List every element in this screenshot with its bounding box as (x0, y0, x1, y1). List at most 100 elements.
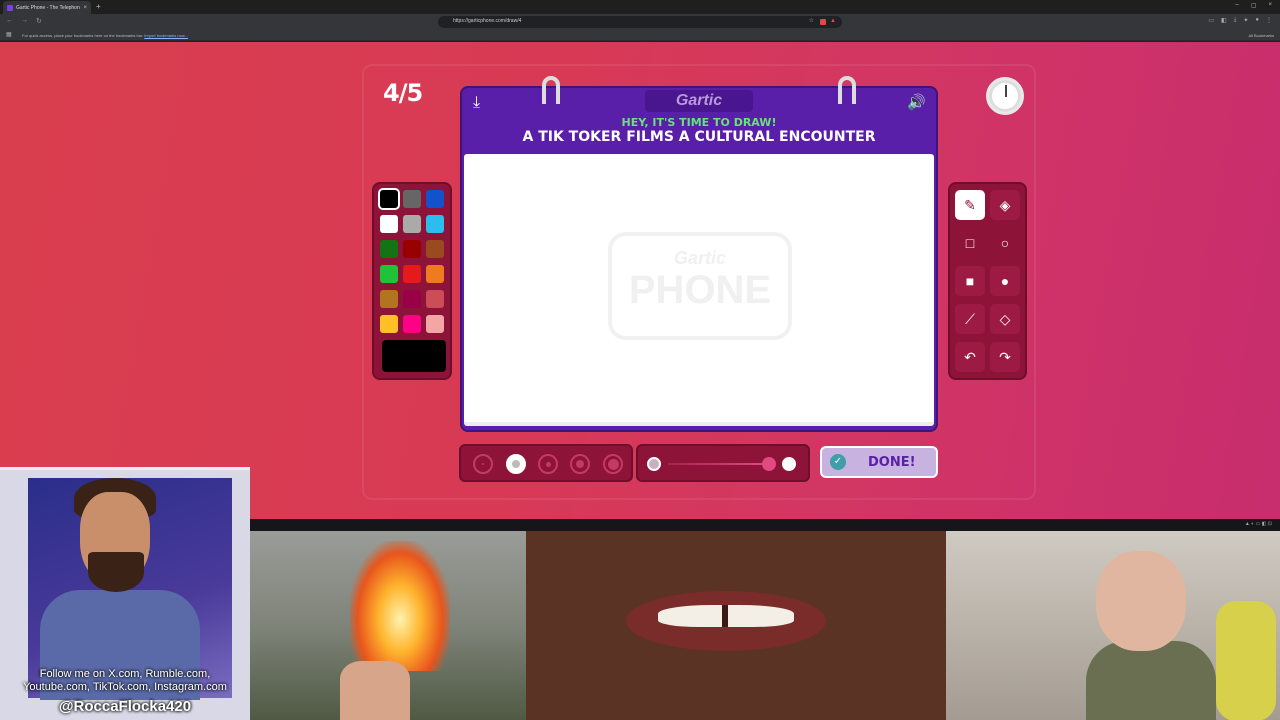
rectangle-outline-tool-icon[interactable]: □ (955, 228, 985, 258)
gartic-logo: Gartic (645, 90, 753, 112)
undo-icon[interactable]: ↶ (955, 342, 985, 372)
color-swatch[interactable] (426, 290, 444, 308)
person-shirt-shape (1086, 641, 1216, 720)
brush-size-3[interactable] (538, 454, 558, 474)
webcam-feed (946, 531, 1280, 720)
brush-size-4[interactable] (570, 454, 590, 474)
circle-outline-tool-icon[interactable]: ○ (990, 228, 1020, 258)
minimize-button[interactable]: – (1235, 2, 1238, 9)
tool-panel: ✎ ◈ □ ○ ■ ● ⟋ ◇ ↶ ↷ (948, 182, 1027, 380)
extension-icon[interactable] (820, 19, 826, 25)
color-swatch[interactable] (403, 190, 421, 208)
browser-tab-bar: Gartic Phone - The Telephone G... × + – … (0, 0, 1280, 14)
menu-icon[interactable]: ⋮ (1266, 17, 1272, 24)
color-swatch[interactable] (380, 190, 398, 208)
window-controls: – ▢ × (1235, 2, 1272, 9)
import-bookmarks-link[interactable]: Import bookmarks now... (144, 33, 188, 38)
color-swatch[interactable] (426, 265, 444, 283)
brush-size-5[interactable] (603, 454, 623, 474)
new-tab-button[interactable]: + (96, 2, 101, 11)
color-palette (372, 182, 452, 380)
redo-icon[interactable]: ↷ (990, 342, 1020, 372)
hand-shape (340, 661, 410, 720)
opacity-slider (636, 444, 810, 482)
toolbar-icons: ▭ ◧ ⤓ ✦ ● ⋮ (1208, 17, 1272, 24)
maximize-button[interactable]: ▢ (1251, 2, 1257, 9)
profile-icon[interactable]: ● (1255, 17, 1259, 24)
taskbar: ▲ ◐ ▭ ◧ ⊡ (250, 519, 1280, 531)
color-swatch[interactable] (426, 190, 444, 208)
color-swatch[interactable] (380, 315, 398, 333)
bookmarks-bar: ▦ For quick access, place your bookmarks… (0, 30, 1280, 41)
current-color-preview (382, 340, 446, 372)
color-swatch[interactable] (380, 215, 398, 233)
done-button[interactable]: ✓ DONE! (820, 446, 938, 478)
address-bar[interactable]: https://garticphone.com/draw/4 ☆ ▲ (438, 16, 842, 28)
extension-alert-icon[interactable]: ▲ (830, 18, 836, 24)
all-bookmarks-button[interactable]: All Bookmarks (1248, 33, 1274, 38)
browser-nav-bar: ← → ↻ https://garticphone.com/draw/4 ☆ ▲… (0, 14, 1280, 30)
forward-icon[interactable]: → (21, 17, 28, 25)
color-swatch[interactable] (380, 290, 398, 308)
apps-icon[interactable]: ▦ (6, 31, 12, 38)
color-swatch[interactable] (380, 240, 398, 258)
tab-title: Gartic Phone - The Telephone G... (16, 4, 81, 11)
person-head-shape (1096, 551, 1186, 651)
drawing-prompt: A TIK TOKER FILMS A CULTURAL ENCOUNTER (522, 129, 876, 145)
tab-close-icon[interactable]: × (83, 5, 87, 11)
nav-buttons: ← → ↻ (6, 17, 42, 25)
brush-size-selector (459, 444, 633, 482)
bookmark-star-icon[interactable]: ☆ (809, 17, 814, 24)
burning-object-image (250, 531, 526, 720)
gartic-phone-watermark: Gartic PHONE (608, 232, 792, 340)
back-icon[interactable]: ← (6, 17, 13, 25)
streamer-avatar-panel: Follow me on X.com, Rumble.com, Youtube.… (0, 467, 250, 720)
sound-toggle-icon[interactable]: 🔊 (907, 93, 926, 111)
tooth-gap-shape (722, 605, 728, 627)
opacity-track[interactable] (668, 463, 768, 465)
smile-closeup-image (526, 531, 946, 720)
circle-filled-tool-icon[interactable]: ● (990, 266, 1020, 296)
avatar-beard (88, 552, 144, 592)
color-swatch[interactable] (380, 265, 398, 283)
reload-icon[interactable]: ↻ (36, 17, 42, 25)
fire-shape (350, 541, 450, 671)
color-swatch[interactable] (426, 240, 444, 258)
prompt-subtitle: HEY, IT'S TIME TO DRAW! (621, 116, 777, 129)
fill-bucket-tool-icon[interactable]: ◇ (990, 304, 1020, 334)
download-icon-button[interactable]: ⤓ (473, 94, 480, 112)
social-caption: Follow me on X.com, Rumble.com, Youtube.… (23, 668, 227, 693)
brush-size-2[interactable] (506, 454, 526, 474)
eraser-tool-icon[interactable]: ◈ (990, 190, 1020, 220)
gartic-favicon-icon (7, 4, 13, 11)
extensions-icon[interactable]: ✦ (1243, 17, 1248, 24)
brush-size-1[interactable] (473, 454, 493, 474)
opacity-min-icon (647, 457, 661, 471)
bookmarks-message: For quick access, place your bookmarks h… (22, 33, 188, 38)
check-icon: ✓ (830, 454, 846, 470)
color-swatch[interactable] (403, 265, 421, 283)
cast-icon[interactable]: ▭ (1208, 17, 1214, 24)
color-swatch[interactable] (403, 290, 421, 308)
done-label: DONE! (868, 454, 916, 470)
download-icon[interactable]: ⤓ (1234, 17, 1237, 24)
line-tool-icon[interactable]: ⟋ (955, 304, 985, 334)
pencil-tool-icon[interactable]: ✎ (955, 190, 985, 220)
sidebar-icon[interactable]: ◧ (1221, 17, 1227, 24)
round-counter: 4/5 (383, 79, 423, 107)
opacity-knob[interactable] (762, 457, 776, 471)
timer-icon (986, 77, 1024, 115)
system-tray: ▲ ◐ ▭ ◧ ⊡ (1244, 521, 1272, 527)
browser-tab[interactable]: Gartic Phone - The Telephone G... × (3, 1, 91, 14)
color-swatch[interactable] (403, 215, 421, 233)
rectangle-filled-tool-icon[interactable]: ■ (955, 266, 985, 296)
color-swatch[interactable] (403, 315, 421, 333)
color-swatch[interactable] (403, 240, 421, 258)
left-clip-icon (542, 76, 560, 104)
close-window-button[interactable]: × (1268, 2, 1272, 9)
url-text[interactable]: https://garticphone.com/draw/4 (453, 18, 521, 24)
color-swatch[interactable] (426, 215, 444, 233)
gaming-chair-shape (1216, 601, 1276, 720)
color-swatch[interactable] (426, 315, 444, 333)
streamer-handle: @RoccaFlocka420 (58, 698, 192, 715)
